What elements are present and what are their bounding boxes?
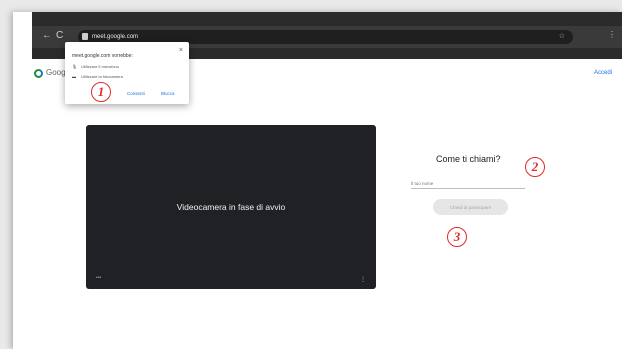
logo-text: Goog (46, 68, 66, 77)
step-3-callout: 3 (447, 227, 467, 247)
sign-in-link[interactable]: Accedi (594, 70, 612, 76)
bookmark-star-icon[interactable]: ☆ (559, 31, 565, 43)
reload-icon[interactable]: C (56, 29, 63, 43)
video-preview: Videocamera in fase di avvio ••• ⋮ (86, 125, 376, 289)
permission-microphone-row: 🎙 Utilizzare il microfono (72, 64, 119, 69)
permission-row-label: Utilizzare il microfono (81, 64, 120, 69)
block-button[interactable]: Blocca (161, 91, 175, 96)
screenshot-frame: ← C meet.google.com ☆ ⋮ Goog Accedi Vide… (13, 12, 622, 349)
allow-button[interactable]: Consenti (127, 91, 145, 96)
close-icon[interactable]: × (179, 47, 183, 54)
permission-title: meet.google.com vorrebbe: (72, 53, 133, 59)
meet-logo-icon (34, 69, 43, 78)
camera-icon: ▬ (72, 74, 76, 79)
permission-popup: meet.google.com vorrebbe: × 🎙 Utilizzare … (65, 42, 189, 104)
permission-camera-row: ▬ Utilizzare la fotocamera (72, 74, 123, 79)
video-options-dots[interactable]: ••• (96, 275, 101, 281)
step-1-callout: 1 (91, 82, 111, 102)
browser-menu-icon[interactable]: ⋮ (608, 30, 616, 40)
ask-to-join-button[interactable]: Chiedi di partecipare (433, 199, 508, 215)
lock-icon[interactable] (82, 33, 88, 40)
camera-starting-message: Videocamera in fase di avvio (176, 202, 286, 212)
permission-row-label: Utilizzare la fotocamera (81, 74, 123, 79)
back-icon[interactable]: ← (42, 29, 52, 43)
microphone-icon: 🎙 (72, 64, 78, 69)
name-input[interactable] (411, 179, 525, 189)
more-options-icon[interactable]: ⋮ (360, 276, 366, 283)
step-2-callout: 2 (525, 157, 545, 177)
join-heading: Come ti chiami? (436, 154, 501, 164)
